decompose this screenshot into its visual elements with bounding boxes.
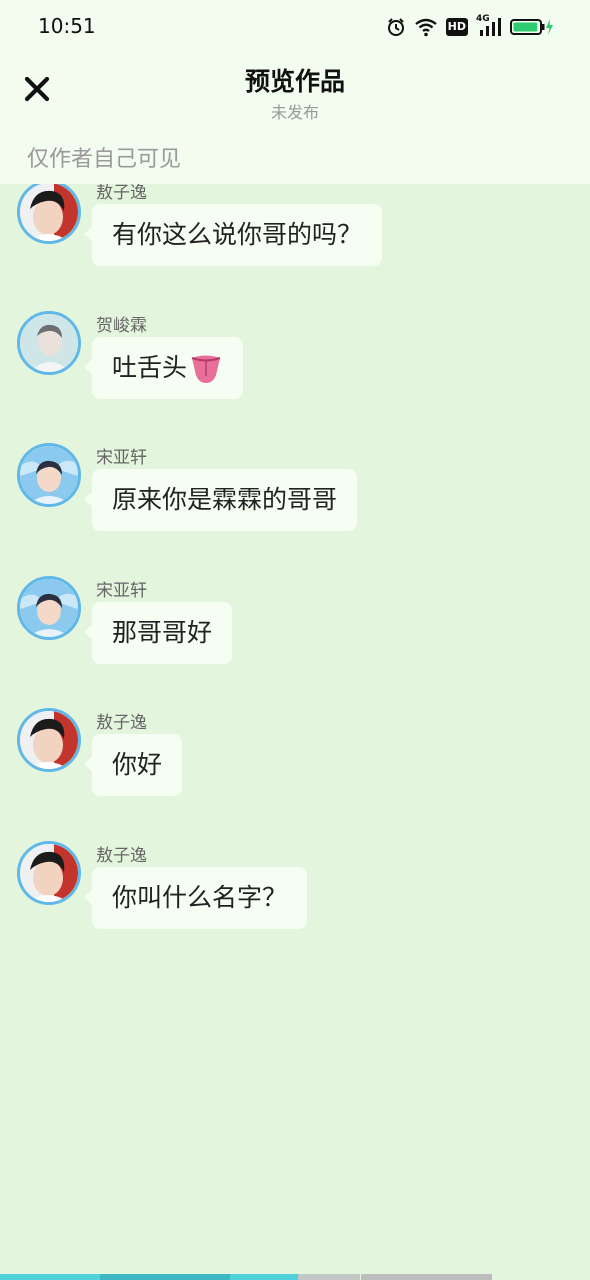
message-bubble[interactable]: 原来你是霖霖的哥哥 — [83, 469, 358, 531]
visibility-note: 仅作者自己可见 — [27, 147, 182, 172]
avatar[interactable] — [17, 443, 81, 507]
chat-message: 宋亚轩那哥哥好 — [0, 575, 590, 696]
chat-message: 敖子逸 有你这么说你哥的吗？ — [0, 178, 590, 298]
message-text: 你好 — [112, 750, 163, 779]
sender-name: 敖子逸 — [96, 845, 147, 866]
chat-message: 宋亚轩原来你是霖霖的哥哥 — [0, 443, 590, 563]
message-bubble[interactable]: 有你这么说你哥的吗？ — [83, 204, 383, 266]
message-bubble[interactable]: 你叫什么名字？ — [83, 866, 308, 929]
sender-name: 宋亚轩 — [96, 448, 147, 468]
wifi-icon — [414, 17, 438, 37]
avatar[interactable] — [17, 708, 81, 772]
chat-message: 贺峻霖吐舌头 — [0, 310, 590, 431]
progress-segment — [100, 1274, 230, 1280]
avatar[interactable] — [17, 310, 81, 375]
signal-icon: 4G — [476, 14, 502, 37]
publish-status: 未发布 — [270, 103, 319, 122]
avatar[interactable] — [17, 180, 81, 244]
status-time: 10:51 — [38, 14, 96, 38]
sender-name: 贺峻霖 — [96, 315, 147, 336]
progress-bar — [0, 1274, 590, 1280]
tongue-emoji-icon — [191, 355, 221, 383]
sender-name: 宋亚轩 — [96, 580, 147, 601]
avatar[interactable] — [17, 840, 81, 905]
hd-icon: HD — [445, 18, 468, 36]
page-title: 预览作品 — [244, 67, 345, 96]
progress-segment — [0, 1274, 100, 1280]
status-bar: 10:51 HD 4G — [0, 0, 590, 52]
message-bubble[interactable]: 那哥哥好 — [83, 601, 233, 664]
chat-message: 敖子逸你叫什么名字？ — [0, 840, 590, 961]
progress-segment — [361, 1274, 492, 1280]
sender-name: 敖子逸 — [96, 713, 147, 733]
message-text: 有你这么说你哥的吗？ — [112, 220, 363, 249]
progress-segment — [298, 1274, 360, 1280]
chat-message: 敖子逸你好 — [0, 708, 590, 828]
message-text: 原来你是霖霖的哥哥 — [112, 485, 338, 514]
progress-segment — [230, 1274, 298, 1280]
status-icons: HD 4G — [386, 14, 554, 40]
message-bubble[interactable]: 吐舌头 — [83, 336, 244, 399]
message-bubble[interactable]: 你好 — [83, 734, 183, 796]
message-text: 吐舌头 — [112, 352, 188, 382]
message-text: 那哥哥好 — [112, 617, 213, 647]
alarm-icon — [386, 17, 406, 37]
header-area: 10:51 HD 4G 预览作品 未发布 仅作者自己可见 — [0, 0, 590, 184]
message-text: 你叫什么名字？ — [112, 882, 288, 912]
avatar[interactable] — [17, 575, 81, 640]
battery-icon — [510, 17, 554, 37]
